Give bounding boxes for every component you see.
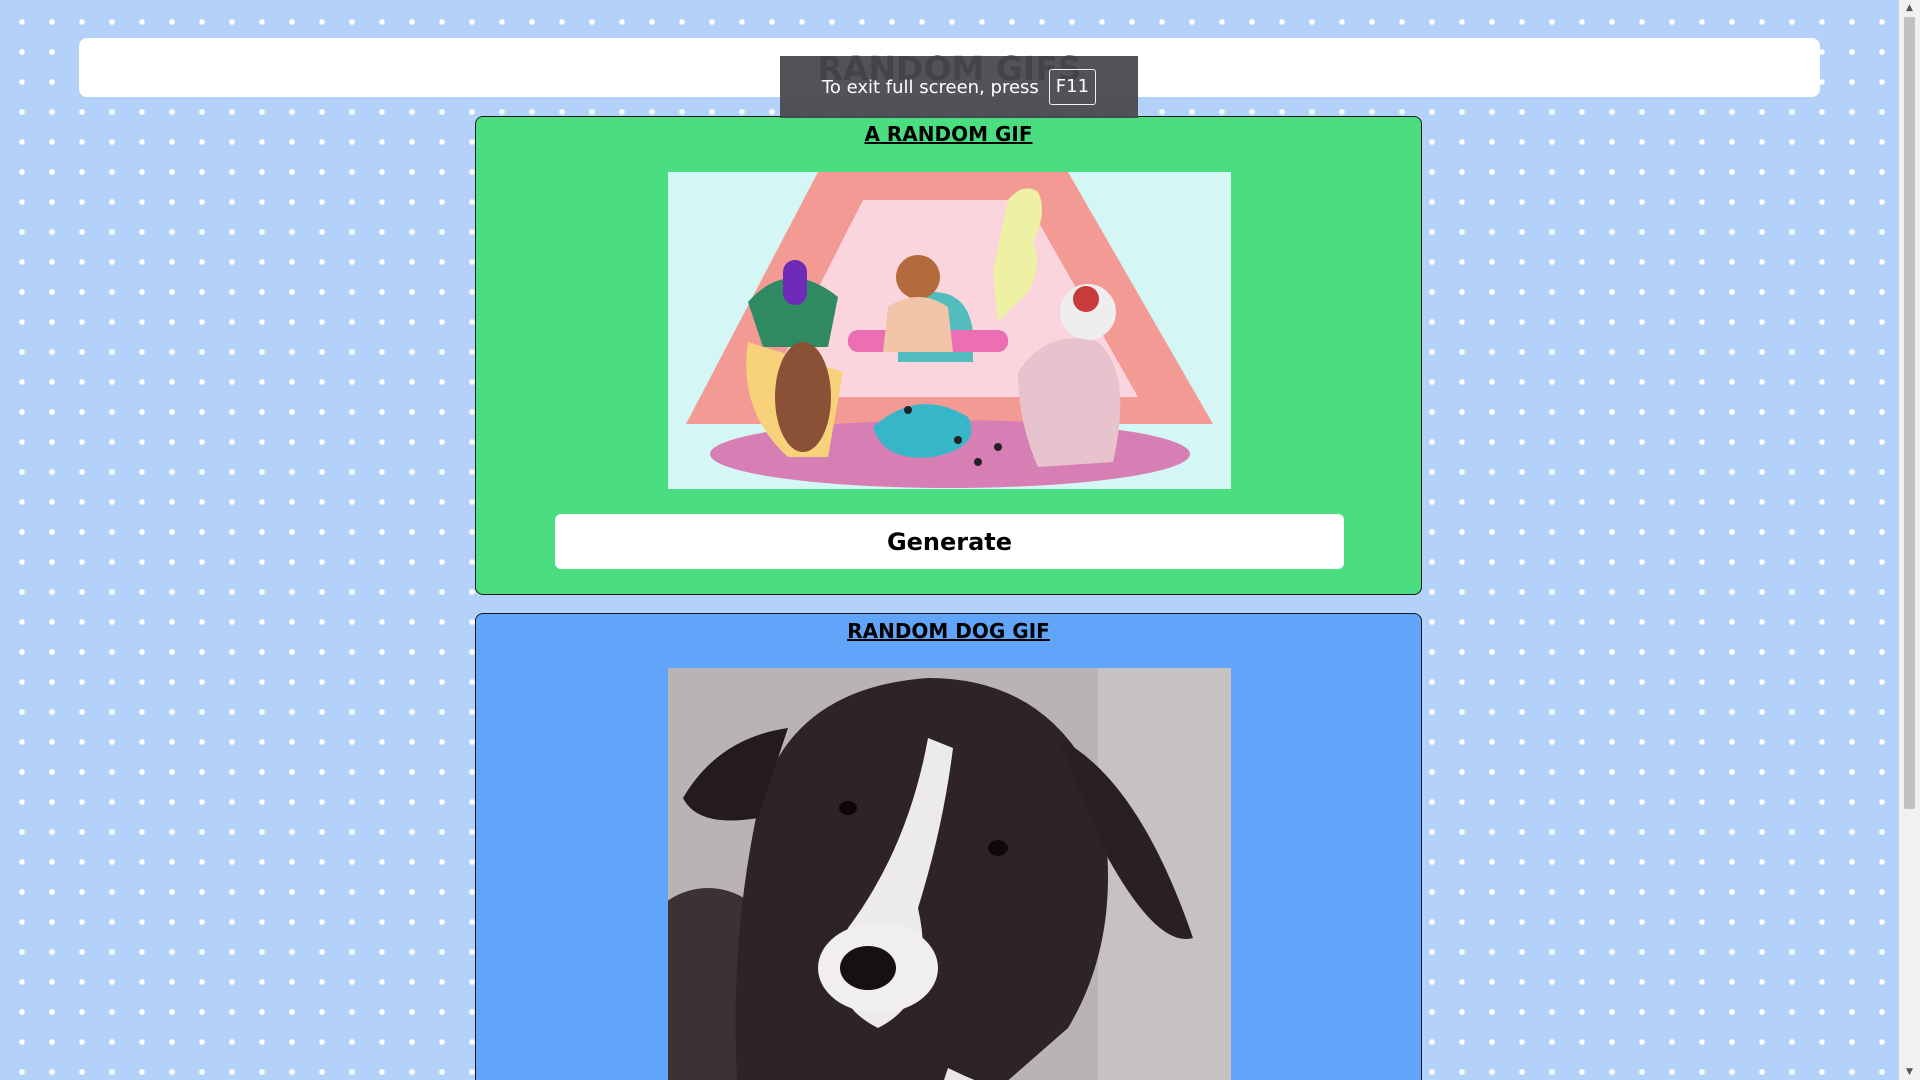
fullscreen-notice: To exit full screen, press F11 xyxy=(780,56,1138,118)
scrollbar-thumb[interactable] xyxy=(1904,17,1915,809)
scroll-down-arrow-icon[interactable]: ▼ xyxy=(1899,1064,1920,1080)
random-gif-card: A RANDOM GIF Generate xyxy=(475,116,1422,595)
scroll-up-arrow-icon[interactable]: ▲ xyxy=(1899,0,1920,16)
fullscreen-notice-text: To exit full screen, press xyxy=(821,76,1039,98)
vertical-scrollbar[interactable]: ▲ ▼ xyxy=(1899,0,1920,1080)
dog-gif-image xyxy=(668,668,1231,1080)
f11-key-badge: F11 xyxy=(1048,69,1097,105)
dog-gif-card: RANDOM DOG GIF xyxy=(475,613,1422,1080)
dog-gif-title: RANDOM DOG GIF xyxy=(847,619,1050,643)
random-gif-title: A RANDOM GIF xyxy=(864,122,1033,146)
generate-button[interactable]: Generate xyxy=(555,514,1344,569)
random-gif-image xyxy=(668,172,1231,489)
